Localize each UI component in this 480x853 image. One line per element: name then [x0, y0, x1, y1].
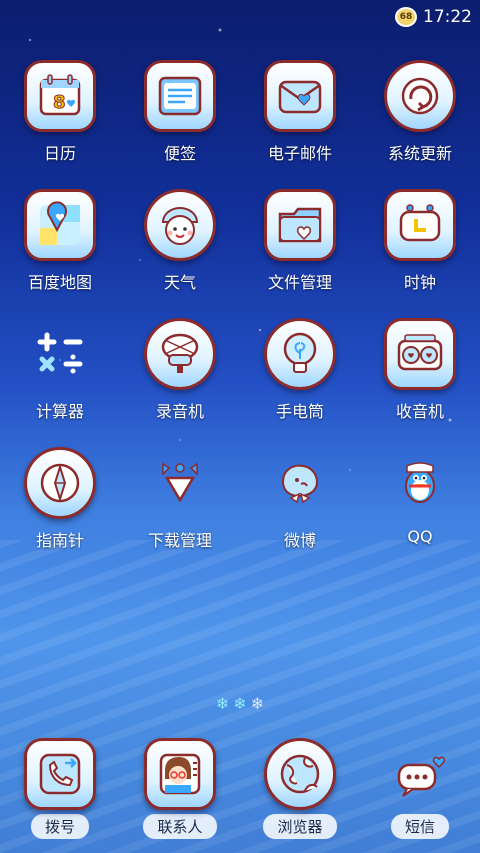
browser-icon [264, 738, 336, 810]
app-label: 时钟 [403, 273, 436, 292]
dock-sms[interactable]: 短信 [360, 738, 480, 848]
app-label: 微博 [283, 531, 316, 550]
app-flashlight[interactable]: 手电筒 [240, 318, 360, 423]
app-clock[interactable]: 时钟 [360, 189, 480, 294]
qq-icon [384, 447, 456, 519]
dock-contacts[interactable]: 联系人 [120, 738, 240, 848]
app-mail[interactable]: 电子邮件 [240, 60, 360, 165]
app-files[interactable]: 文件管理 [240, 189, 360, 294]
recorder-icon [144, 318, 216, 390]
dock-label: 拨号 [30, 814, 89, 839]
flashlight-icon [264, 318, 336, 390]
mail-icon [264, 60, 336, 132]
folder-icon [264, 189, 336, 261]
app-weather[interactable]: 天气 [120, 189, 240, 294]
dock-label: 短信 [390, 814, 449, 839]
app-label: 收音机 [395, 402, 444, 421]
app-label: QQ [407, 527, 433, 546]
app-recorder[interactable]: 录音机 [120, 318, 240, 423]
phone-icon [24, 738, 96, 810]
app-label: 便签 [163, 144, 196, 163]
app-label: 文件管理 [267, 273, 332, 292]
app-notes[interactable]: 便签 [120, 60, 240, 165]
notes-icon [144, 60, 216, 132]
contacts-icon [144, 738, 216, 810]
download-icon [144, 447, 216, 519]
app-label: 指南针 [35, 531, 84, 550]
weather-icon [144, 189, 216, 261]
radio-icon [384, 318, 456, 390]
app-label: 电子邮件 [267, 144, 332, 163]
calendar-icon: 8 [24, 60, 96, 132]
calendar-day: 8 [53, 92, 66, 113]
clock-icon [384, 189, 456, 261]
app-label: 日历 [43, 144, 76, 163]
page-dot-icon: ❄ [215, 694, 230, 713]
app-download[interactable]: 下载管理 [120, 447, 240, 552]
page-dot-icon: ❄ [233, 694, 247, 713]
update-icon [384, 60, 456, 132]
dock-label: 浏览器 [263, 814, 337, 839]
battery-icon: 68 [395, 7, 417, 27]
app-weibo[interactable]: 微博 [240, 447, 360, 552]
page-indicator[interactable]: ❄ ❄ ❄ [0, 694, 480, 713]
app-label: 百度地图 [27, 273, 92, 292]
status-time: 17:22 [423, 7, 472, 27]
app-label: 计算器 [35, 402, 84, 421]
app-label: 下载管理 [147, 531, 212, 550]
dock-browser[interactable]: 浏览器 [240, 738, 360, 848]
app-map[interactable]: 百度地图 [0, 189, 120, 294]
app-label: 天气 [163, 273, 196, 292]
app-update[interactable]: 系统更新 [360, 60, 480, 165]
app-grid: 8 日历 便签 电子邮件 系统更新 百度地图 天气 文件管理 时钟 计算器 录音… [0, 60, 480, 552]
status-bar: 68 17:22 [0, 0, 480, 34]
page-dot-icon: ❄ [250, 694, 265, 713]
app-qq[interactable]: QQ [360, 447, 480, 552]
dock-phone[interactable]: 拨号 [0, 738, 120, 848]
map-icon [24, 189, 96, 261]
app-label: 系统更新 [387, 144, 452, 163]
app-radio[interactable]: 收音机 [360, 318, 480, 423]
app-label: 录音机 [155, 402, 204, 421]
app-compass[interactable]: 指南针 [0, 447, 120, 552]
dock: 拨号 联系人 浏览器 短信 [0, 738, 480, 848]
app-label: 手电筒 [275, 402, 324, 421]
calculator-icon [24, 318, 96, 390]
dock-label: 联系人 [143, 814, 217, 839]
app-calendar[interactable]: 8 日历 [0, 60, 120, 165]
app-calculator[interactable]: 计算器 [0, 318, 120, 423]
sms-icon [384, 738, 456, 810]
weibo-icon [264, 447, 336, 519]
compass-icon [24, 447, 96, 519]
